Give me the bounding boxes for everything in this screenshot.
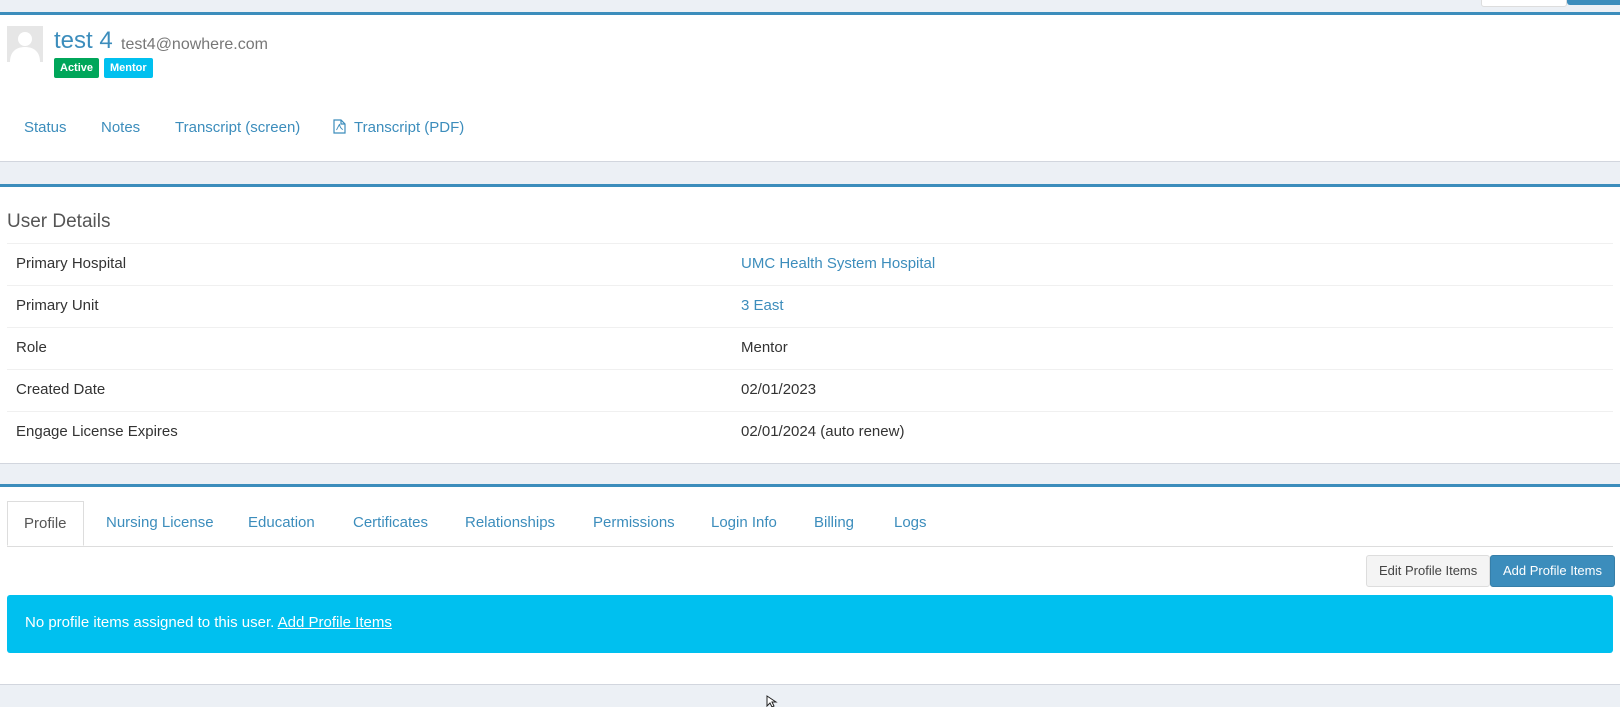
tab-permissions[interactable]: Permissions: [593, 501, 675, 546]
callout-add-profile-items-link[interactable]: Add Profile Items: [278, 614, 392, 631]
user-name: test 4: [54, 27, 113, 54]
mouse-cursor-icon: [766, 695, 778, 707]
status-badge-active: Active: [54, 58, 100, 78]
user-silhouette-icon: [7, 26, 43, 62]
nav-notes[interactable]: Notes: [101, 119, 140, 136]
details-table: Primary Hospital UMC Health System Hospi…: [7, 243, 1613, 453]
tab-billing[interactable]: Billing: [814, 501, 854, 546]
empty-state-callout: No profile items assigned to this user. …: [7, 595, 1613, 653]
tab-relationships[interactable]: Relationships: [465, 501, 555, 546]
tab-profile[interactable]: Profile: [7, 501, 84, 546]
top-primary-button[interactable]: [1567, 0, 1620, 5]
nav-transcript-pdf-label: Transcript (PDF): [354, 119, 465, 136]
edit-profile-items-button[interactable]: Edit Profile Items: [1366, 555, 1491, 587]
top-secondary-button[interactable]: [1481, 0, 1567, 7]
row-label: Created Date: [16, 381, 106, 398]
add-profile-items-button[interactable]: Add Profile Items: [1490, 555, 1615, 587]
user-header-box: test 4 test4@nowhere.com Active Mentor S…: [0, 12, 1620, 162]
tab-logs[interactable]: Logs: [894, 501, 927, 546]
role-badge-mentor: Mentor: [104, 58, 153, 78]
section-title: User Details: [7, 211, 111, 232]
table-row: Role Mentor: [7, 327, 1613, 369]
row-value: 02/01/2024 (auto renew): [741, 423, 905, 440]
table-row: Created Date 02/01/2023: [7, 369, 1613, 411]
nav-transcript-pdf[interactable]: Transcript (PDF): [333, 119, 464, 136]
table-row: Primary Hospital UMC Health System Hospi…: [7, 243, 1613, 285]
row-value: 02/01/2023: [741, 381, 817, 398]
row-label: Role: [16, 339, 47, 356]
user-details-box: User Details Primary Hospital UMC Health…: [0, 184, 1620, 464]
user-email: test4@nowhere.com: [121, 36, 268, 53]
avatar: [7, 26, 43, 62]
nav-transcript-screen[interactable]: Transcript (screen): [175, 119, 300, 136]
profile-tabs-box: Profile Nursing License Education Certif…: [0, 484, 1620, 685]
tab-bar: Profile Nursing License Education Certif…: [7, 501, 1613, 547]
nav-status[interactable]: Status: [24, 119, 67, 136]
row-label: Primary Hospital: [16, 255, 127, 272]
row-label: Primary Unit: [16, 297, 99, 314]
tab-login-info[interactable]: Login Info: [711, 501, 777, 546]
table-row: Primary Unit 3 East: [7, 285, 1613, 327]
primary-hospital-link[interactable]: UMC Health System Hospital: [741, 255, 935, 272]
pdf-file-icon: [333, 119, 346, 134]
callout-message: No profile items assigned to this user.: [25, 614, 275, 631]
row-label: Engage License Expires: [16, 423, 178, 440]
table-row: Engage License Expires 02/01/2024 (auto …: [7, 411, 1613, 453]
row-value: Mentor: [741, 339, 788, 356]
tab-nursing-license[interactable]: Nursing License: [106, 501, 214, 546]
tab-education[interactable]: Education: [248, 501, 315, 546]
tab-certificates[interactable]: Certificates: [353, 501, 428, 546]
primary-unit-link[interactable]: 3 East: [741, 297, 784, 314]
